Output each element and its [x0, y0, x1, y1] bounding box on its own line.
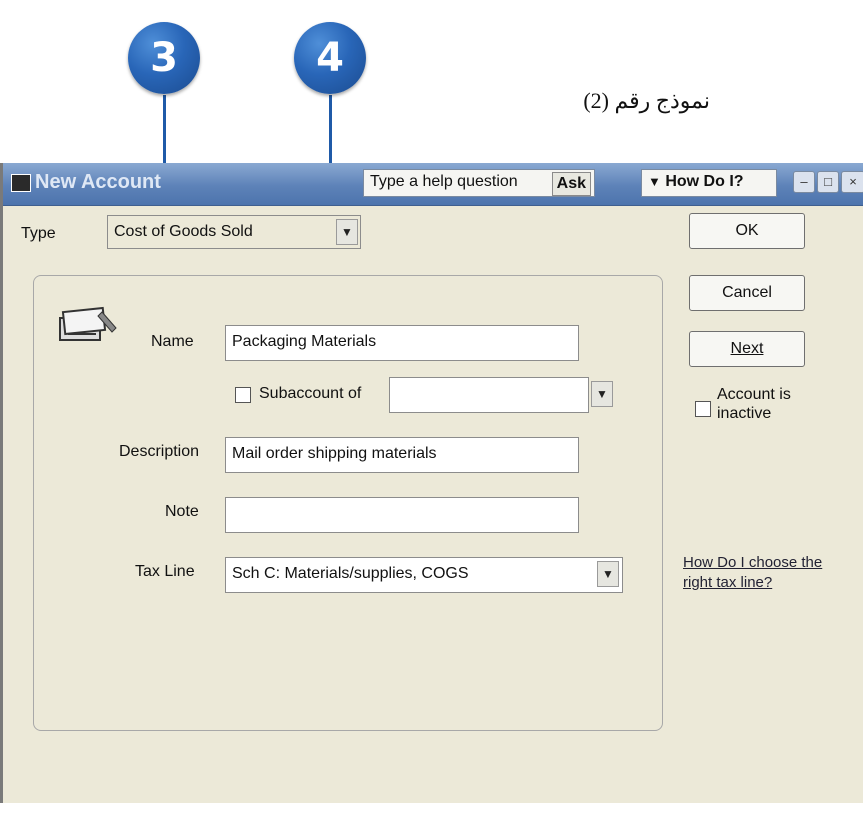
taxline-label: Tax Line [135, 563, 195, 580]
account-inactive-checkbox[interactable] [695, 401, 711, 417]
window-icon [11, 174, 31, 192]
ask-button[interactable]: Ask [551, 172, 591, 196]
tax-line-help-link[interactable]: How Do I choose the right tax line? [683, 553, 853, 593]
title-bar[interactable]: New Account Type a help question Ask ▼ H… [3, 163, 863, 206]
maximize-icon[interactable]: □ [817, 171, 839, 193]
how-do-i-label: How Do I? [665, 173, 744, 190]
description-input[interactable]: Mail order shipping materials [225, 437, 579, 473]
note-input[interactable] [225, 497, 579, 533]
caption-text: نموذج رقم (2) [583, 88, 710, 113]
taxline-value: Sch C: Materials/supplies, COGS [232, 565, 469, 582]
triangle-down-icon: ▼ [648, 174, 661, 189]
callout-3-number: 3 [150, 35, 178, 81]
subaccount-checkbox[interactable] [235, 387, 251, 403]
type-value: Cost of Goods Sold [114, 223, 253, 240]
callout-4-number: 4 [316, 35, 344, 81]
taxline-chevron-down-icon[interactable]: ▼ [597, 561, 619, 587]
chevron-down-icon[interactable]: ▼ [336, 219, 358, 245]
help-question-placeholder: Type a help question [370, 173, 518, 190]
account-register-icon [59, 306, 117, 341]
type-dropdown[interactable]: Cost of Goods Sold [107, 215, 361, 249]
help-question-input[interactable]: Type a help question Ask [363, 169, 595, 197]
window-title: New Account [35, 171, 161, 193]
cancel-button[interactable]: Cancel [689, 275, 805, 311]
callout-3-badge: 3 [128, 22, 200, 94]
note-label: Note [165, 503, 199, 520]
taxline-dropdown[interactable]: Sch C: Materials/supplies, COGS [225, 557, 623, 593]
callout-4-badge: 4 [294, 22, 366, 94]
name-input[interactable]: Packaging Materials [225, 325, 579, 361]
description-label: Description [119, 443, 200, 460]
minimize-icon[interactable]: – [793, 171, 815, 193]
description-value: Mail order shipping materials [232, 445, 437, 462]
subaccount-chevron-down-icon[interactable]: ▼ [591, 381, 613, 407]
ok-button[interactable]: OK [689, 213, 805, 249]
name-value: Packaging Materials [232, 333, 377, 350]
next-button[interactable]: Next [689, 331, 805, 367]
new-account-window: New Account Type a help question Ask ▼ H… [0, 163, 863, 803]
name-label: Name [151, 333, 194, 350]
type-label: Type [21, 225, 56, 242]
subaccount-dropdown[interactable] [389, 377, 589, 413]
how-do-i-button[interactable]: ▼ How Do I? [641, 169, 777, 197]
account-inactive-label: Account is inactive [717, 386, 791, 422]
subaccount-label: Subaccount of [259, 385, 362, 402]
close-icon[interactable]: × [841, 171, 863, 193]
